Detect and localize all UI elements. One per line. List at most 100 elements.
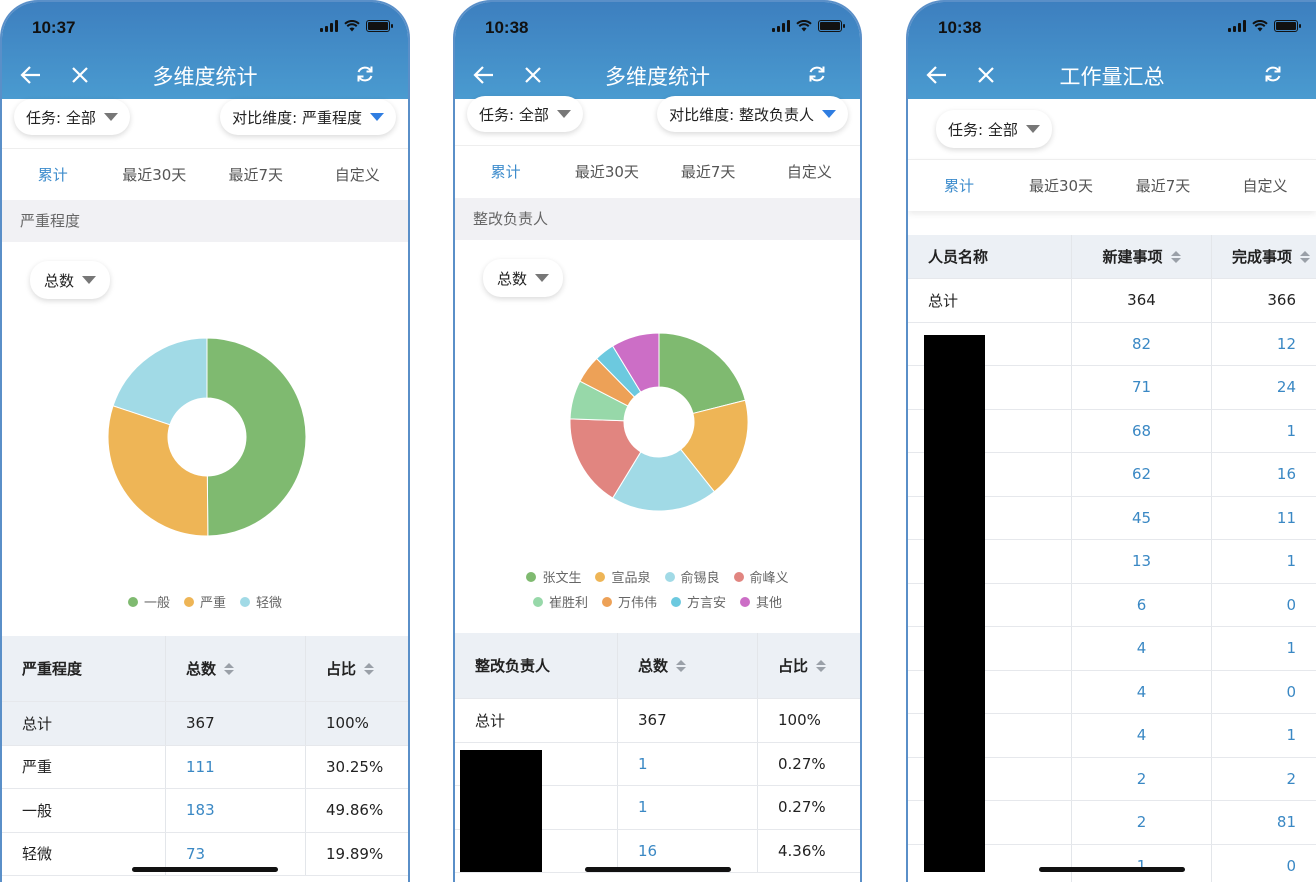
compare-dimension-dropdown[interactable]: 对比维度: 整改负责人 bbox=[657, 96, 848, 132]
legend-item[interactable]: 一般 bbox=[127, 592, 170, 611]
cell-created-count[interactable]: 2 bbox=[1072, 801, 1212, 844]
cell-created-count[interactable]: 62 bbox=[1072, 453, 1212, 496]
legend-item[interactable]: 张文生 bbox=[526, 567, 581, 586]
tab-last-7-days[interactable]: 最近7天 bbox=[658, 146, 759, 197]
sort-icon bbox=[816, 659, 827, 672]
table-row: 一般 183 49.86% bbox=[2, 789, 408, 833]
refresh-icon[interactable] bbox=[806, 63, 828, 85]
cell-created-count[interactable]: 71 bbox=[1072, 366, 1212, 409]
cell-completed-count[interactable]: 0 bbox=[1212, 671, 1316, 714]
column-header-created[interactable]: 新建事项 bbox=[1072, 235, 1212, 278]
legend-item[interactable]: 其他 bbox=[740, 592, 782, 611]
cell-created-count[interactable]: 4 bbox=[1072, 627, 1212, 670]
cell-completed-count[interactable]: 81 bbox=[1212, 801, 1316, 844]
legend-dot-icon bbox=[532, 596, 543, 607]
cell-created-count[interactable]: 4 bbox=[1072, 714, 1212, 757]
legend-dot-icon bbox=[526, 571, 537, 582]
task-filter-dropdown[interactable]: 任务: 全部 bbox=[14, 99, 130, 135]
tab-last-7-days[interactable]: 最近7天 bbox=[1112, 160, 1214, 211]
cell-total-link[interactable]: 111 bbox=[166, 745, 306, 788]
phone-screen-severity: 10:37 多维度统计 任务: 全部 对比维度: 严重程度 累计 最近30天 最… bbox=[0, 0, 410, 882]
column-header-ratio[interactable]: 占比 bbox=[306, 636, 408, 701]
tab-last-30-days[interactable]: 最近30天 bbox=[104, 149, 206, 200]
tab-custom[interactable]: 自定义 bbox=[307, 149, 409, 200]
tab-custom[interactable]: 自定义 bbox=[759, 146, 860, 197]
column-header-total[interactable]: 总数 bbox=[166, 636, 306, 701]
column-header-owner: 整改负责人 bbox=[455, 633, 618, 698]
battery-icon bbox=[366, 20, 393, 32]
table-row-total: 总计 364 366 bbox=[908, 279, 1316, 323]
donut-slice-0[interactable] bbox=[658, 332, 746, 415]
cell-completed-count[interactable]: 1 bbox=[1212, 410, 1316, 453]
cell-created-count[interactable]: 6 bbox=[1072, 583, 1212, 626]
legend-item[interactable]: 俞峰义 bbox=[733, 567, 789, 586]
column-header-completed[interactable]: 完成事项 bbox=[1212, 235, 1316, 278]
section-title: 严重程度 bbox=[2, 200, 408, 242]
cell-created-count[interactable]: 1 bbox=[1072, 844, 1212, 882]
cell-created-count[interactable]: 68 bbox=[1072, 409, 1212, 452]
section-title: 整改负责人 bbox=[455, 198, 860, 240]
compare-dimension-dropdown[interactable]: 对比维度: 严重程度 bbox=[220, 99, 396, 135]
cell-created-count[interactable]: 82 bbox=[1072, 322, 1212, 365]
tab-last-30-days[interactable]: 最近30天 bbox=[1010, 160, 1112, 211]
legend-item[interactable]: 俞锡良 bbox=[664, 567, 720, 586]
task-filter-dropdown[interactable]: 任务: 全部 bbox=[467, 96, 583, 132]
cell-completed-count[interactable]: 2 bbox=[1212, 758, 1316, 801]
cell-completed-count[interactable]: 16 bbox=[1212, 453, 1316, 496]
donut-slice-0[interactable] bbox=[206, 337, 307, 537]
cell-name: 一般 bbox=[2, 789, 166, 832]
redaction-block bbox=[924, 335, 985, 872]
cell-completed-count[interactable]: 11 bbox=[1212, 497, 1316, 540]
legend-dot-icon bbox=[240, 596, 250, 607]
metric-dropdown[interactable]: 总数 bbox=[483, 259, 564, 297]
cell-created-count[interactable]: 45 bbox=[1072, 496, 1212, 539]
home-indicator bbox=[584, 867, 731, 872]
tab-custom[interactable]: 自定义 bbox=[1214, 160, 1316, 211]
cell-completed-count[interactable]: 24 bbox=[1212, 366, 1316, 409]
tab-cumulative[interactable]: 累计 bbox=[455, 146, 556, 197]
legend-item[interactable]: 方言安 bbox=[671, 592, 726, 611]
tab-cumulative[interactable]: 累计 bbox=[908, 160, 1010, 211]
cell-completed-count[interactable]: 1 bbox=[1212, 627, 1316, 670]
legend-item[interactable]: 崔胜利 bbox=[532, 592, 588, 611]
legend-item[interactable]: 严重 bbox=[183, 592, 226, 611]
page-title: 多维度统计 bbox=[152, 65, 258, 89]
legend-dot-icon bbox=[671, 596, 681, 607]
cell-completed-count[interactable]: 1 bbox=[1212, 714, 1316, 757]
cell-total-link[interactable]: 1 bbox=[618, 786, 758, 829]
sort-icon bbox=[224, 662, 235, 675]
table-row-total: 总计 367 100% bbox=[455, 699, 860, 743]
refresh-icon[interactable] bbox=[354, 63, 376, 85]
tab-last-30-days[interactable]: 最近30天 bbox=[556, 146, 657, 197]
donut-slice-1[interactable] bbox=[107, 405, 209, 537]
cell-completed-count[interactable]: 0 bbox=[1212, 584, 1316, 627]
cell-created-count[interactable]: 2 bbox=[1072, 757, 1212, 800]
cell-completed-count[interactable]: 12 bbox=[1212, 323, 1316, 366]
column-header-ratio[interactable]: 占比 bbox=[758, 633, 860, 698]
signal-icon bbox=[320, 20, 338, 32]
cell-completed-count[interactable]: 0 bbox=[1212, 845, 1316, 882]
metric-dropdown[interactable]: 总数 bbox=[30, 261, 111, 299]
cell-total-link[interactable]: 183 bbox=[166, 789, 306, 832]
table-row-total: 总计 367 100% bbox=[2, 702, 408, 746]
column-header-total[interactable]: 总数 bbox=[618, 633, 758, 698]
metric-label: 总数 bbox=[497, 269, 528, 288]
dropdown-arrow-icon bbox=[1025, 125, 1040, 133]
wifi-icon bbox=[344, 20, 360, 32]
cell-completed-count[interactable]: 1 bbox=[1212, 540, 1316, 583]
legend-item[interactable]: 轻微 bbox=[240, 592, 282, 611]
cell-ratio: 100% bbox=[778, 711, 821, 730]
tab-cumulative[interactable]: 累计 bbox=[2, 149, 104, 200]
cell-total-link[interactable]: 1 bbox=[618, 742, 758, 785]
cell-total-link[interactable]: 16 bbox=[618, 829, 758, 872]
legend-label: 万伟伟 bbox=[617, 596, 657, 611]
compare-dimension-label: 对比维度: 严重程度 bbox=[232, 108, 362, 127]
cell-created-count[interactable]: 4 bbox=[1072, 670, 1212, 713]
cell-created-count[interactable]: 13 bbox=[1072, 540, 1212, 583]
legend-item[interactable]: 宣品泉 bbox=[595, 567, 651, 586]
task-filter-dropdown[interactable]: 任务: 全部 bbox=[936, 110, 1052, 148]
legend-dot-icon bbox=[601, 596, 612, 607]
legend-item[interactable]: 万伟伟 bbox=[601, 592, 657, 611]
tab-last-7-days[interactable]: 最近7天 bbox=[205, 149, 307, 200]
refresh-icon[interactable] bbox=[1262, 63, 1284, 85]
